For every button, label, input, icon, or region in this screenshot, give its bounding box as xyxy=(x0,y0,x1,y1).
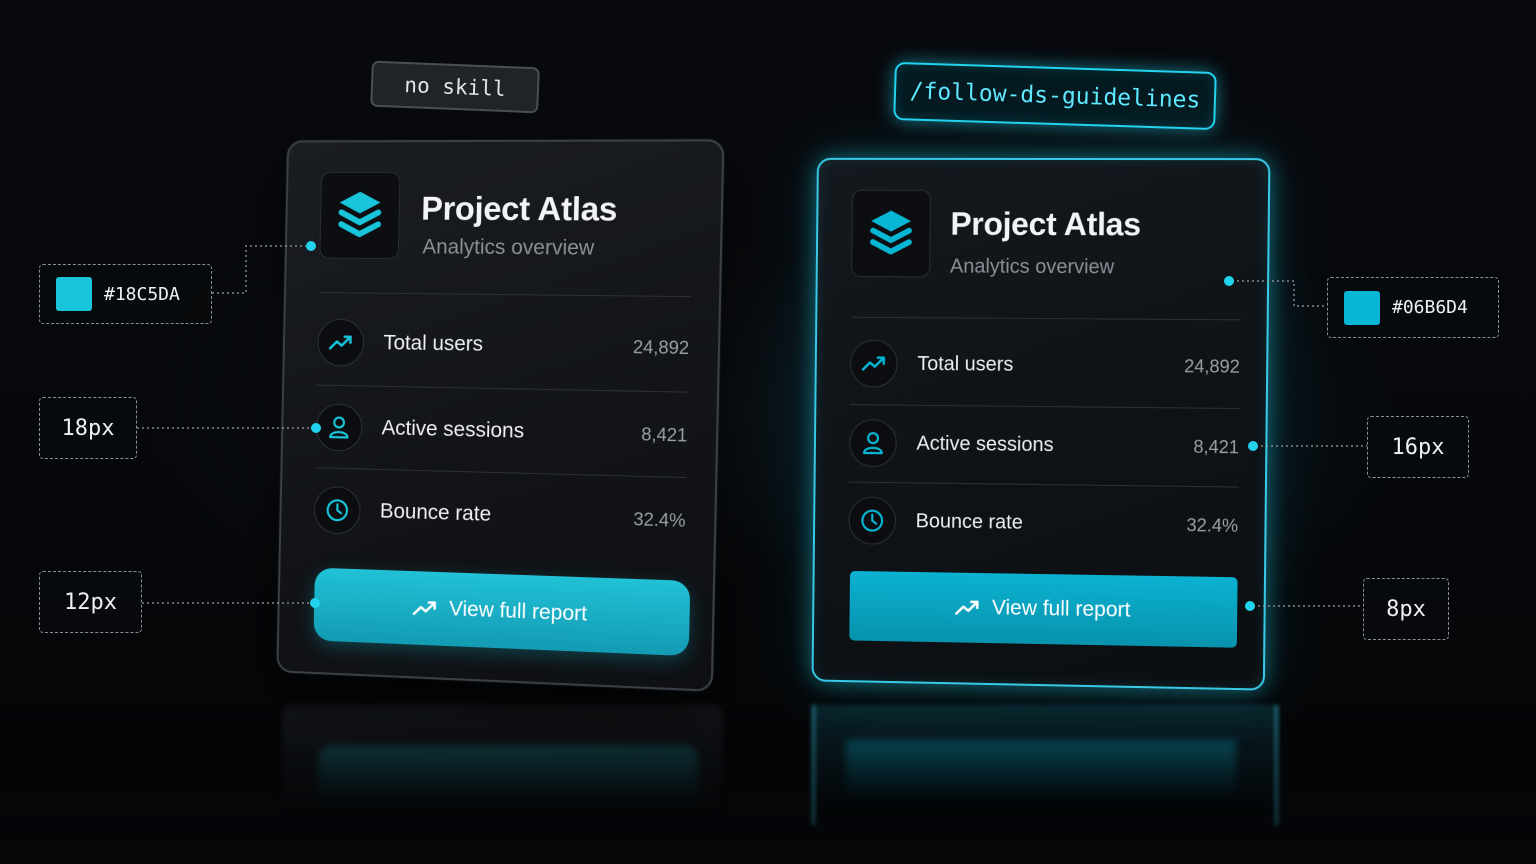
right-radius-annotation: 8px xyxy=(1363,578,1449,640)
right-color-annotation: #06B6D4 xyxy=(1327,277,1499,338)
right-spacing-annotation: 16px xyxy=(1367,416,1469,478)
annotation-connectors xyxy=(137,241,1367,611)
left-color-annotation: #18C5DA xyxy=(39,264,212,324)
color-hex-label: #06B6D4 xyxy=(1392,297,1468,318)
color-swatch xyxy=(56,277,92,311)
left-radius-annotation: 12px xyxy=(39,571,142,633)
comparison-scene: no skill /follow-ds-guidelines Project A… xyxy=(0,0,1536,864)
color-swatch xyxy=(1344,290,1380,325)
left-spacing-annotation: 18px xyxy=(39,397,137,459)
color-hex-label: #18C5DA xyxy=(104,283,180,305)
